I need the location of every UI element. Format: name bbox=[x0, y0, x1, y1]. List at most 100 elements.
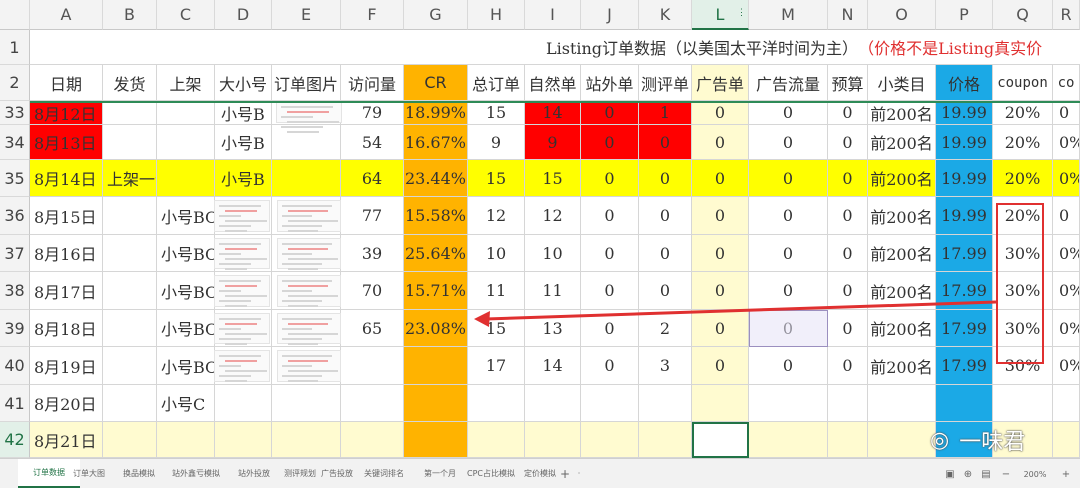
cell-m33[interactable]: 0 bbox=[749, 101, 828, 125]
cell-o41[interactable] bbox=[868, 385, 936, 422]
header-r[interactable]: co bbox=[1053, 65, 1080, 101]
row-header-38[interactable]: 38 bbox=[0, 272, 30, 310]
column-header-e[interactable]: E bbox=[272, 0, 341, 30]
cell-f36[interactable]: 77 bbox=[341, 197, 404, 235]
view-mode-icon[interactable]: ▣ bbox=[944, 468, 956, 480]
cell-b36[interactable] bbox=[103, 197, 157, 235]
header-h[interactable]: 总订单 bbox=[468, 65, 525, 101]
cell-a37[interactable]: 8月16日 bbox=[30, 235, 103, 272]
cell-c42[interactable] bbox=[157, 422, 215, 458]
cell-i35[interactable]: 15 bbox=[525, 160, 581, 197]
cell-m41[interactable] bbox=[749, 385, 828, 422]
cell-g36[interactable]: 15.58% bbox=[404, 197, 468, 235]
cell-i39[interactable]: 13 bbox=[525, 310, 581, 347]
cell-f40[interactable] bbox=[341, 347, 404, 385]
row-header-42[interactable]: 42 bbox=[0, 422, 30, 458]
cell-k33[interactable]: 1 bbox=[639, 101, 692, 125]
cell-g33[interactable]: 18.99% bbox=[404, 101, 468, 125]
cell-k38[interactable]: 0 bbox=[639, 272, 692, 310]
order-thumbnail[interactable] bbox=[277, 313, 341, 345]
cell-n35[interactable]: 0 bbox=[828, 160, 868, 197]
order-thumbnail[interactable] bbox=[214, 275, 270, 307]
cell-h34[interactable]: 9 bbox=[468, 125, 525, 160]
column-header-p[interactable]: P bbox=[936, 0, 993, 30]
cell-b41[interactable] bbox=[103, 385, 157, 422]
sheet-tab-2[interactable]: 订单大图 bbox=[66, 459, 112, 488]
cell-n38[interactable]: 0 bbox=[828, 272, 868, 310]
cell-c33[interactable] bbox=[157, 101, 215, 125]
cell-l34[interactable]: 0 bbox=[692, 125, 749, 160]
header-a[interactable]: 日期 bbox=[30, 65, 103, 101]
column-header-k[interactable]: K bbox=[639, 0, 692, 30]
cell-p37[interactable]: 17.99 bbox=[936, 235, 993, 272]
row-header-36[interactable]: 36 bbox=[0, 197, 30, 235]
cell-p35[interactable]: 19.99 bbox=[936, 160, 993, 197]
cell-i33[interactable]: 14 bbox=[525, 101, 581, 125]
cell-r39[interactable]: 0% bbox=[1053, 310, 1080, 347]
zoom-in-button[interactable]: + bbox=[1060, 468, 1072, 480]
cell-i41[interactable] bbox=[525, 385, 581, 422]
column-dropdown-icon[interactable]: ⋮ bbox=[737, 8, 746, 18]
cell-r38[interactable]: 0% bbox=[1053, 272, 1080, 310]
cell-p40[interactable]: 17.99 bbox=[936, 347, 993, 385]
sheet-tab-5[interactable]: 站外投放 bbox=[232, 459, 276, 488]
cell-p36[interactable]: 19.99 bbox=[936, 197, 993, 235]
order-thumbnail[interactable] bbox=[277, 200, 341, 232]
cell-h36[interactable]: 12 bbox=[468, 197, 525, 235]
cell-o38[interactable]: 前200名 bbox=[868, 272, 936, 310]
selected-cell-m39[interactable] bbox=[749, 310, 828, 347]
column-header-f[interactable]: F bbox=[341, 0, 404, 30]
cell-l35[interactable]: 0 bbox=[692, 160, 749, 197]
cell-g34[interactable]: 16.67% bbox=[404, 125, 468, 160]
cell-c37[interactable]: 小号BC bbox=[157, 235, 215, 272]
add-sheet-button[interactable]: + bbox=[558, 459, 572, 488]
order-thumbnail[interactable] bbox=[276, 101, 342, 133]
cell-g39[interactable]: 23.08% bbox=[404, 310, 468, 347]
cell-l37[interactable]: 0 bbox=[692, 235, 749, 272]
order-thumbnail[interactable] bbox=[277, 275, 341, 307]
header-k[interactable]: 测评单 bbox=[639, 65, 692, 101]
cell-o42[interactable] bbox=[868, 422, 936, 458]
cell-k41[interactable] bbox=[639, 385, 692, 422]
cell-d35[interactable]: 小号B bbox=[215, 160, 272, 197]
cell-r34[interactable]: 0% bbox=[1053, 125, 1080, 160]
row-header-34[interactable]: 34 bbox=[0, 125, 30, 160]
cell-p41[interactable] bbox=[936, 385, 993, 422]
order-thumbnail[interactable] bbox=[214, 313, 270, 345]
header-m[interactable]: 广告流量 bbox=[749, 65, 828, 101]
cell-j42[interactable] bbox=[581, 422, 639, 458]
header-b[interactable]: 发货 bbox=[103, 65, 157, 101]
cell-f38[interactable]: 70 bbox=[341, 272, 404, 310]
cell-n34[interactable]: 0 bbox=[828, 125, 868, 160]
cell-h40[interactable]: 17 bbox=[468, 347, 525, 385]
cell-g35[interactable]: 23.44% bbox=[404, 160, 468, 197]
row-header-41[interactable]: 41 bbox=[0, 385, 30, 422]
sheet-tab-4[interactable]: 站外鑫亏模拟 bbox=[164, 459, 228, 488]
cell-a40[interactable]: 8月19日 bbox=[30, 347, 103, 385]
cell-b35[interactable]: 上架一个月 bbox=[103, 160, 157, 197]
cell-m34[interactable]: 0 bbox=[749, 125, 828, 160]
cell-p34[interactable]: 19.99 bbox=[936, 125, 993, 160]
cell-l38[interactable]: 0 bbox=[692, 272, 749, 310]
cell-i40[interactable]: 14 bbox=[525, 347, 581, 385]
cell-d42[interactable] bbox=[215, 422, 272, 458]
cell-g37[interactable]: 25.64% bbox=[404, 235, 468, 272]
column-header-r[interactable]: R bbox=[1053, 0, 1080, 30]
order-thumbnail[interactable] bbox=[214, 350, 270, 382]
cell-m36[interactable]: 0 bbox=[749, 197, 828, 235]
header-f[interactable]: 访问量 bbox=[341, 65, 404, 101]
cell-k34[interactable]: 0 bbox=[639, 125, 692, 160]
sheet-tab-10[interactable]: CPC占比模拟 bbox=[460, 459, 522, 488]
cell-h42[interactable] bbox=[468, 422, 525, 458]
cell-g38[interactable]: 15.71% bbox=[404, 272, 468, 310]
cell-d41[interactable] bbox=[215, 385, 272, 422]
cell-f41[interactable] bbox=[341, 385, 404, 422]
cell-b37[interactable] bbox=[103, 235, 157, 272]
header-i[interactable]: 自然单 bbox=[525, 65, 581, 101]
cell-g42[interactable] bbox=[404, 422, 468, 458]
header-c[interactable]: 上架 bbox=[157, 65, 215, 101]
header-d[interactable]: 大小号 bbox=[215, 65, 272, 101]
cell-d33[interactable]: 小号B bbox=[215, 101, 272, 125]
header-l[interactable]: 广告单 bbox=[692, 65, 749, 101]
header-g[interactable]: CR bbox=[404, 65, 468, 101]
